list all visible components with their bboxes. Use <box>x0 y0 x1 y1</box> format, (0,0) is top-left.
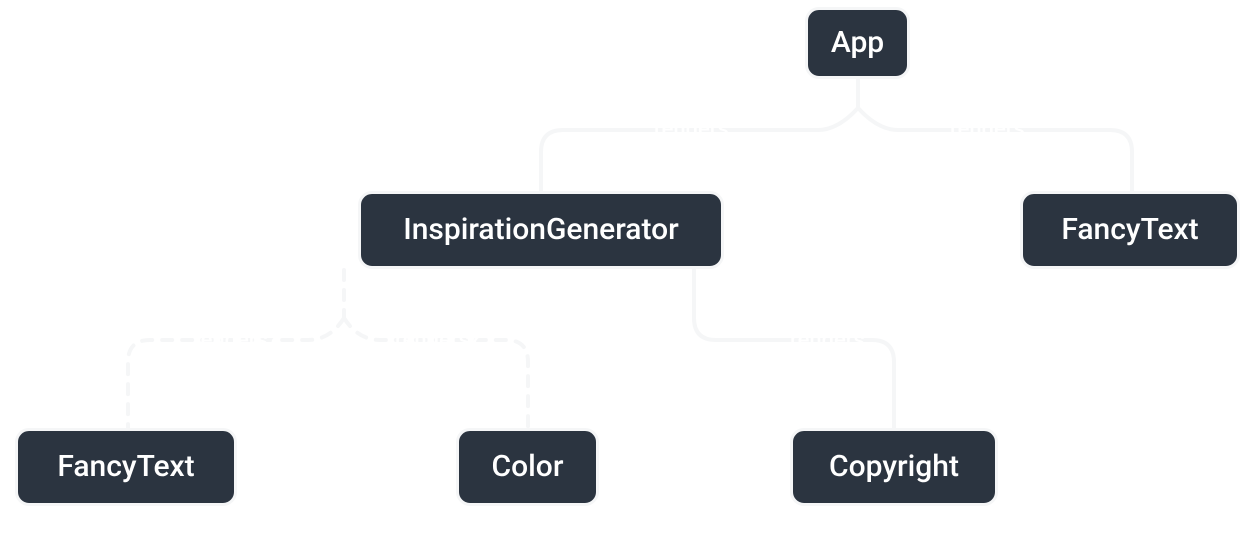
node-fancytext-right-label: FancyText <box>1061 215 1198 245</box>
node-fancytext-left: FancyText <box>15 428 237 506</box>
node-fancytext-right: FancyText <box>1020 191 1240 269</box>
node-app-label: App <box>831 28 884 58</box>
edge-label-inspiration-to-copyright: renders <box>790 328 865 353</box>
node-inspiration-generator: InspirationGenerator <box>358 191 724 269</box>
node-fancytext-left-label: FancyText <box>57 452 194 482</box>
edge-label-app-to-fancytext: renders <box>950 117 1025 142</box>
node-app: App <box>805 7 910 79</box>
node-color-label: Color <box>492 452 564 482</box>
node-inspiration-generator-label: InspirationGenerator <box>403 215 679 245</box>
node-copyright: Copyright <box>790 428 998 506</box>
node-color: Color <box>456 428 599 506</box>
edge-label-inspiration-to-color: renders? <box>395 328 481 353</box>
tree-diagram: App InspirationGenerator FancyText Fancy… <box>0 0 1257 560</box>
node-copyright-label: Copyright <box>829 452 959 482</box>
edge-label-inspiration-to-fancytext-left: renders? <box>193 328 279 353</box>
edge-label-app-to-inspiration: renders <box>654 117 729 142</box>
